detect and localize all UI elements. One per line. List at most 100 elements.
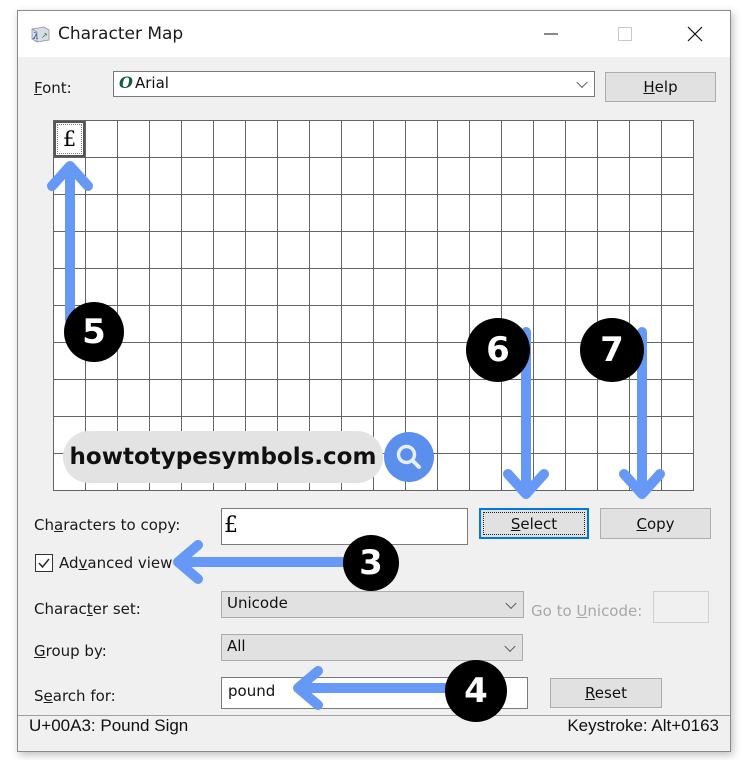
character-cell[interactable]: [118, 195, 150, 232]
character-cell[interactable]: [54, 195, 86, 232]
character-cell[interactable]: [406, 269, 438, 306]
character-cell[interactable]: [598, 195, 630, 232]
character-cell[interactable]: [662, 121, 694, 158]
character-cell[interactable]: [342, 306, 374, 343]
character-cell[interactable]: [246, 158, 278, 195]
character-cell[interactable]: [534, 343, 566, 380]
character-cell[interactable]: [54, 380, 86, 417]
character-cell[interactable]: [278, 380, 310, 417]
character-cell[interactable]: [662, 195, 694, 232]
character-cell[interactable]: [86, 380, 118, 417]
character-cell[interactable]: [246, 269, 278, 306]
character-cell[interactable]: [118, 380, 150, 417]
character-cell[interactable]: [502, 232, 534, 269]
character-cell[interactable]: [150, 306, 182, 343]
character-cell[interactable]: [502, 269, 534, 306]
character-cell[interactable]: [118, 269, 150, 306]
character-cell[interactable]: [182, 158, 214, 195]
character-cell[interactable]: [534, 269, 566, 306]
character-cell[interactable]: [630, 417, 662, 454]
character-cell[interactable]: [246, 343, 278, 380]
character-cell[interactable]: [86, 269, 118, 306]
character-cell[interactable]: [534, 380, 566, 417]
character-cell[interactable]: [342, 121, 374, 158]
character-cell[interactable]: [438, 158, 470, 195]
character-cell[interactable]: [534, 232, 566, 269]
character-cell[interactable]: [598, 380, 630, 417]
character-cell[interactable]: [534, 417, 566, 454]
help-button[interactable]: Help: [605, 72, 716, 102]
character-cell[interactable]: [566, 158, 598, 195]
character-cell[interactable]: [310, 380, 342, 417]
character-cell[interactable]: [406, 195, 438, 232]
character-cell[interactable]: [406, 158, 438, 195]
character-cell[interactable]: [470, 269, 502, 306]
character-cell[interactable]: [662, 417, 694, 454]
character-cell[interactable]: [598, 158, 630, 195]
character-cell[interactable]: [342, 380, 374, 417]
character-cell[interactable]: [470, 454, 502, 491]
character-cell[interactable]: [310, 269, 342, 306]
character-cell[interactable]: [438, 454, 470, 491]
character-cell[interactable]: [502, 380, 534, 417]
character-cell[interactable]: [150, 158, 182, 195]
character-cell[interactable]: [438, 306, 470, 343]
character-cell[interactable]: [502, 121, 534, 158]
character-cell[interactable]: [246, 121, 278, 158]
character-cell[interactable]: [342, 269, 374, 306]
character-cell[interactable]: [182, 195, 214, 232]
character-cell[interactable]: [342, 343, 374, 380]
character-cell[interactable]: [214, 158, 246, 195]
go-to-unicode-input[interactable]: [653, 591, 709, 623]
character-cell[interactable]: [374, 158, 406, 195]
character-cell[interactable]: [374, 232, 406, 269]
character-cell[interactable]: [630, 454, 662, 491]
character-cell[interactable]: [214, 121, 246, 158]
character-cell[interactable]: [502, 158, 534, 195]
character-cell[interactable]: [86, 121, 118, 158]
character-cell[interactable]: [214, 306, 246, 343]
character-cell[interactable]: [534, 454, 566, 491]
character-cell[interactable]: [374, 195, 406, 232]
character-cell[interactable]: [278, 158, 310, 195]
character-cell[interactable]: [214, 380, 246, 417]
character-cell[interactable]: [534, 158, 566, 195]
character-cell[interactable]: [598, 121, 630, 158]
character-cell[interactable]: [598, 454, 630, 491]
character-cell[interactable]: [470, 158, 502, 195]
character-cell[interactable]: [278, 121, 310, 158]
character-cell[interactable]: [310, 306, 342, 343]
character-cell[interactable]: [470, 232, 502, 269]
character-cell[interactable]: [214, 195, 246, 232]
copy-button[interactable]: Copy: [600, 508, 711, 539]
maximize-button[interactable]: [602, 11, 648, 57]
character-cell[interactable]: [598, 417, 630, 454]
character-cell[interactable]: [438, 380, 470, 417]
character-cell[interactable]: [214, 343, 246, 380]
character-cell[interactable]: [470, 121, 502, 158]
close-button[interactable]: [672, 11, 718, 57]
character-cell[interactable]: [86, 232, 118, 269]
character-cell[interactable]: [662, 306, 694, 343]
character-cell[interactable]: [374, 380, 406, 417]
character-cell[interactable]: [630, 121, 662, 158]
character-cell[interactable]: [566, 195, 598, 232]
character-cell[interactable]: [662, 454, 694, 491]
character-cell[interactable]: [438, 417, 470, 454]
character-cell[interactable]: [86, 158, 118, 195]
character-cell[interactable]: [374, 121, 406, 158]
character-cell[interactable]: [182, 269, 214, 306]
character-cell[interactable]: [310, 195, 342, 232]
character-cell[interactable]: [662, 232, 694, 269]
character-cell[interactable]: [150, 232, 182, 269]
character-cell[interactable]: [342, 158, 374, 195]
character-cell[interactable]: [502, 454, 534, 491]
character-cell[interactable]: [438, 269, 470, 306]
character-cell[interactable]: [342, 195, 374, 232]
character-cell[interactable]: [182, 380, 214, 417]
character-cell[interactable]: [54, 232, 86, 269]
character-cell[interactable]: [662, 380, 694, 417]
character-cell[interactable]: [598, 269, 630, 306]
character-cell[interactable]: [54, 269, 86, 306]
character-cell[interactable]: [150, 380, 182, 417]
